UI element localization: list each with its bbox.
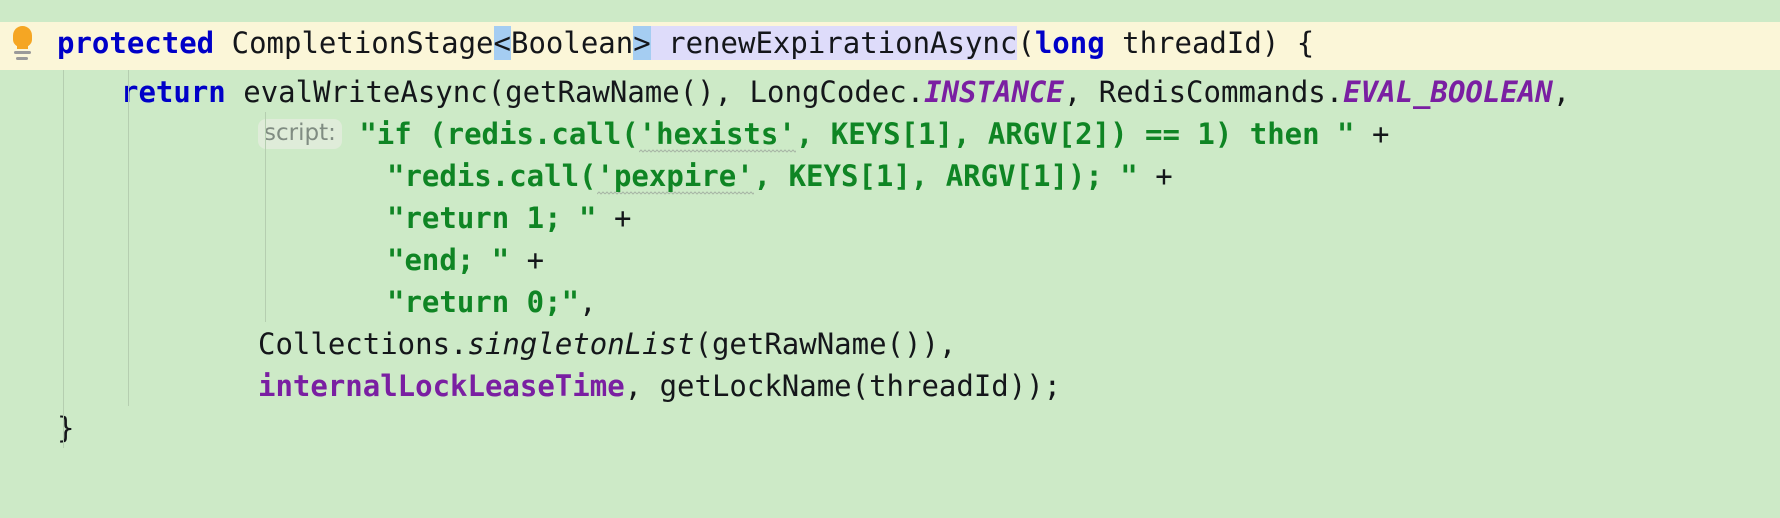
token-completionstage: CompletionStage bbox=[231, 26, 494, 60]
token-collections: Collections. bbox=[258, 327, 468, 361]
token-eval-boolean: EVAL_BOOLEAN bbox=[1343, 75, 1553, 109]
token-concat-1: + bbox=[1354, 117, 1390, 151]
token-threadid: threadId bbox=[1122, 26, 1262, 60]
token-space-2 bbox=[1105, 26, 1122, 60]
token-instance: INSTANCE bbox=[924, 75, 1064, 109]
code-line-10[interactable]: } bbox=[57, 407, 74, 449]
token-script-line3: "return 1; " bbox=[387, 201, 597, 235]
code-line-5[interactable]: "return 1; " + bbox=[387, 197, 631, 239]
token-script-line1-a: "if (redis.call( bbox=[359, 117, 639, 151]
token-script-line5: "return 0;" bbox=[387, 285, 580, 319]
token-space-4 bbox=[342, 117, 359, 151]
token-closing-brace: } bbox=[57, 411, 75, 445]
token-paren-open: ( bbox=[1017, 26, 1035, 60]
token-comma-1: , bbox=[1552, 75, 1571, 109]
token-internallockleasetime: internalLockLeaseTime bbox=[258, 369, 625, 403]
token-script-line2-b: , KEYS[1], ARGV[1]); " bbox=[753, 159, 1138, 193]
indent-guide-3 bbox=[265, 112, 266, 322]
token-renewexpirationasync: renewExpirationAsync bbox=[668, 26, 1018, 60]
intention-menu-line-2 bbox=[16, 57, 28, 60]
token-boolean: Boolean bbox=[510, 26, 634, 60]
token-rediscommands: , RedisCommands. bbox=[1063, 75, 1344, 109]
token-angle-close: > bbox=[633, 26, 651, 60]
token-comma-2: , bbox=[579, 285, 597, 319]
token-getlockname: , getLockName(threadId)); bbox=[624, 369, 1062, 403]
code-content[interactable]: protected CompletionStage<Boolean> renew… bbox=[0, 0, 1780, 518]
token-space-1 bbox=[214, 26, 231, 60]
code-line-9[interactable]: internalLockLeaseTime, getLockName(threa… bbox=[258, 365, 1061, 407]
token-space-3 bbox=[226, 75, 243, 109]
lightbulb-neck bbox=[17, 44, 28, 49]
code-line-1[interactable]: protected CompletionStage<Boolean> renew… bbox=[57, 22, 1314, 64]
inlay-hint-script[interactable]: script: bbox=[258, 119, 342, 149]
token-long: long bbox=[1034, 26, 1105, 60]
indent-guide-1 bbox=[63, 70, 64, 448]
indent-guide-2 bbox=[128, 70, 129, 406]
token-return: return bbox=[121, 75, 226, 109]
code-line-6[interactable]: "end; " + bbox=[387, 239, 544, 281]
code-line-2[interactable]: return evalWriteAsync(getRawName(), Long… bbox=[121, 71, 1570, 113]
token-angle-open: < bbox=[493, 26, 511, 60]
token-getrawname: (getRawName()), bbox=[694, 327, 957, 361]
token-script-line1-b: , KEYS[1], ARGV[2]) == 1) then " bbox=[795, 117, 1355, 151]
token-concat-4: + bbox=[509, 243, 545, 277]
editor-gutter[interactable] bbox=[0, 0, 46, 518]
code-line-8[interactable]: Collections.singletonList(getRawName()), bbox=[258, 323, 956, 365]
lightbulb-icon[interactable] bbox=[8, 26, 36, 60]
token-pexpire-typo: 'pexpire' bbox=[596, 159, 754, 196]
token-protected: protected bbox=[57, 26, 215, 60]
token-script-line2-a: "redis.call( bbox=[387, 159, 597, 193]
token-signature-tail: ) { bbox=[1261, 26, 1315, 60]
code-editor[interactable]: protected CompletionStage<Boolean> renew… bbox=[0, 0, 1780, 518]
code-line-7[interactable]: "return 0;", bbox=[387, 281, 597, 323]
token-method-name-highlight: renewExpirationAsync bbox=[650, 26, 1018, 60]
token-concat-3: + bbox=[596, 201, 632, 235]
token-concat-2: + bbox=[1137, 159, 1173, 193]
code-line-4[interactable]: "redis.call('pexpire', KEYS[1], ARGV[1])… bbox=[387, 155, 1173, 197]
intention-menu-line-1 bbox=[14, 51, 31, 54]
code-line-3[interactable]: script: "if (redis.call('hexists', KEYS[… bbox=[258, 113, 1389, 155]
token-hexists-typo: 'hexists' bbox=[638, 117, 796, 154]
token-singletonlist: singletonList bbox=[467, 327, 695, 361]
token-evalwriteasync: evalWriteAsync(getRawName(), LongCodec. bbox=[243, 75, 925, 109]
token-script-line4: "end; " bbox=[387, 243, 510, 277]
